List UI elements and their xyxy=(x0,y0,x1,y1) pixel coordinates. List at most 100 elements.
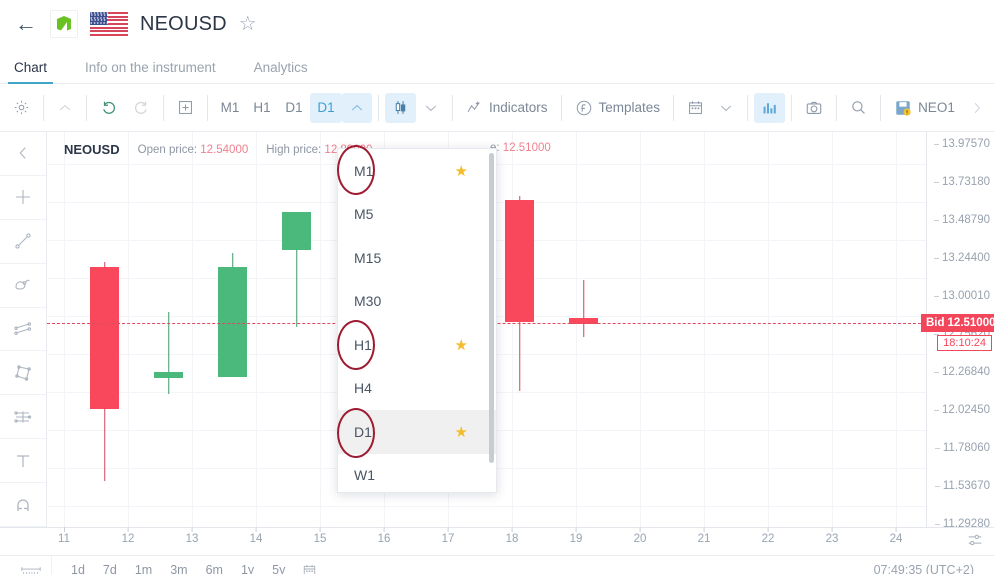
shape-polygon-icon[interactable] xyxy=(0,351,46,396)
dropdown-item-h4[interactable]: H4 xyxy=(338,367,496,411)
collapse-chevron-up-icon[interactable] xyxy=(50,93,80,123)
parallel-channel-icon[interactable] xyxy=(0,308,46,352)
templates-button[interactable]: Templates xyxy=(568,93,668,123)
timeframe-expand-chevron-up-icon[interactable] xyxy=(342,92,372,123)
toolbar-divider xyxy=(747,94,749,121)
star-filled-icon[interactable]: ★ xyxy=(455,162,468,180)
curve-icon[interactable] xyxy=(0,264,46,308)
pitchfork-icon[interactable] xyxy=(0,395,46,440)
save-profile-button[interactable]: NEO1 xyxy=(887,93,962,123)
star-filled-icon[interactable]: ★ xyxy=(455,423,468,441)
bid-price-badge: Bid 12.51000 xyxy=(921,314,994,332)
redo-icon[interactable] xyxy=(125,93,157,123)
dropdown-item-d1[interactable]: D1 ★ xyxy=(338,410,496,454)
range-button-3m[interactable]: 3m xyxy=(161,561,196,574)
legend-open-price: Open price: 12.54000 xyxy=(138,144,249,156)
range-button-7d[interactable]: 7d xyxy=(94,561,126,574)
calendar-icon[interactable] xyxy=(680,93,711,123)
price-tick: 13.00010 xyxy=(934,290,990,302)
footer-bar: 1d 7d 1m 3m 6m 1y 5y 07:49:35 (UTC+2) xyxy=(0,555,994,574)
dropdown-item-w1[interactable]: W1 xyxy=(338,454,496,498)
toolbar-divider xyxy=(560,94,562,121)
tab-info-on-the-instrument[interactable]: Info on the instrument xyxy=(79,60,222,83)
price-axis[interactable]: 13.97570 13.73180 13.48790 13.24400 13.0… xyxy=(921,132,994,530)
price-tick: 13.24400 xyxy=(934,252,990,264)
dropdown-item-label: D1 xyxy=(354,423,372,440)
timeframe-dropdown-menu[interactable]: M1 ★ M5 M15 M30 H1 ★ H4 D1 ★ W1 xyxy=(337,148,497,493)
toolbar-divider xyxy=(836,94,838,121)
dropdown-item-label: H4 xyxy=(354,380,372,397)
range-button-6m[interactable]: 6m xyxy=(197,561,232,574)
time-tick: 13 xyxy=(185,527,199,545)
tab-chart[interactable]: Chart xyxy=(8,60,54,84)
profile-label: NEO1 xyxy=(918,100,955,115)
indicators-button[interactable]: Indicators xyxy=(459,93,555,123)
dropdown-item-label: H1 xyxy=(354,336,372,353)
range-button-1d[interactable]: 1d xyxy=(62,561,94,574)
magnet-icon[interactable] xyxy=(0,483,46,528)
search-icon[interactable] xyxy=(843,93,874,123)
timeframe-button-h1[interactable]: H1 xyxy=(246,93,278,123)
add-box-icon[interactable] xyxy=(170,93,201,123)
calendar-chevron-down-icon[interactable] xyxy=(711,93,741,123)
trend-line-icon[interactable] xyxy=(0,220,46,264)
dropdown-item-m15[interactable]: M15 xyxy=(338,236,496,280)
app-header: ← ★★★★★★ ★★★★★ ★★★★★★ ★★★★★ ★★★★★★ NEOUS… xyxy=(0,0,994,48)
star-filled-icon[interactable]: ★ xyxy=(455,336,468,354)
undo-icon[interactable] xyxy=(93,93,125,123)
candlestick-bar xyxy=(218,132,247,527)
toolbar-divider xyxy=(163,94,164,121)
price-tick: 13.73180 xyxy=(934,176,990,188)
time-tick: 22 xyxy=(761,527,775,545)
legend-symbol: NEOUSD xyxy=(64,142,120,157)
time-axis[interactable]: 11 12 13 14 15 16 17 18 19 20 21 22 23 2… xyxy=(0,527,994,555)
bar-chart-icon[interactable] xyxy=(754,92,786,123)
time-tick: 23 xyxy=(825,527,839,545)
legend-close-value: 12.51000 xyxy=(502,142,551,154)
crosshair-icon[interactable] xyxy=(0,176,46,220)
timeframe-button-d1[interactable]: D1 xyxy=(278,93,310,123)
dropdown-item-label: M30 xyxy=(354,293,382,310)
range-button-5y[interactable]: 5y xyxy=(263,561,294,574)
price-tick: 12.02450 xyxy=(934,404,990,416)
tab-analytics[interactable]: Analytics xyxy=(248,60,314,83)
toolbar-divider xyxy=(378,94,379,121)
back-arrow-icon[interactable]: ← xyxy=(14,13,38,35)
candlestick-chart-type-icon[interactable] xyxy=(385,92,416,123)
camera-icon[interactable] xyxy=(798,93,830,123)
price-tick: 13.48790 xyxy=(934,214,990,226)
dropdown-item-h1[interactable]: H1 ★ xyxy=(338,323,496,367)
time-tick: 19 xyxy=(569,527,583,545)
dropdown-item-m30[interactable]: M30 xyxy=(338,280,496,324)
gear-icon[interactable] xyxy=(6,93,37,123)
range-button-1m[interactable]: 1m xyxy=(126,561,161,574)
dropdown-scrollbar[interactable] xyxy=(489,153,494,463)
toolbar-divider xyxy=(207,94,208,121)
dropdown-item-m5[interactable]: M5 xyxy=(338,193,496,237)
toolbar-divider xyxy=(880,94,882,121)
axis-settings-icon[interactable] xyxy=(966,531,984,549)
timeframe-button-d1-selected[interactable]: D1 xyxy=(310,92,342,123)
profile-chevron-right-icon[interactable] xyxy=(962,93,992,123)
toolbar-divider xyxy=(43,94,44,121)
time-tick: 11 xyxy=(58,527,70,545)
favorite-star-icon[interactable]: ☆ xyxy=(239,14,257,34)
time-tick: 16 xyxy=(377,527,391,545)
footer-calendar-icon[interactable] xyxy=(294,563,325,574)
dropdown-item-m1[interactable]: M1 ★ xyxy=(338,149,496,193)
drawing-tools-sidebar xyxy=(0,132,47,528)
clock-label: 07:49:35 (UTC+2) xyxy=(873,563,974,574)
range-button-1y[interactable]: 1y xyxy=(232,561,263,574)
time-tick: 17 xyxy=(441,527,455,545)
chart-legend-close: e: 12.51000 xyxy=(490,142,551,154)
candlestick-bar xyxy=(282,132,311,527)
price-tick: 11.78060 xyxy=(934,442,990,454)
timeframe-button-m1[interactable]: M1 xyxy=(214,93,246,123)
toolbar-divider xyxy=(86,94,87,121)
collapse-chevron-left-icon[interactable] xyxy=(0,132,46,176)
text-tool-icon[interactable] xyxy=(0,439,46,484)
chart-type-chevron-down-icon[interactable] xyxy=(416,93,446,123)
fit-range-icon[interactable] xyxy=(10,556,52,574)
price-tick: 13.97570 xyxy=(934,138,990,150)
candlestick-bar xyxy=(569,132,598,527)
